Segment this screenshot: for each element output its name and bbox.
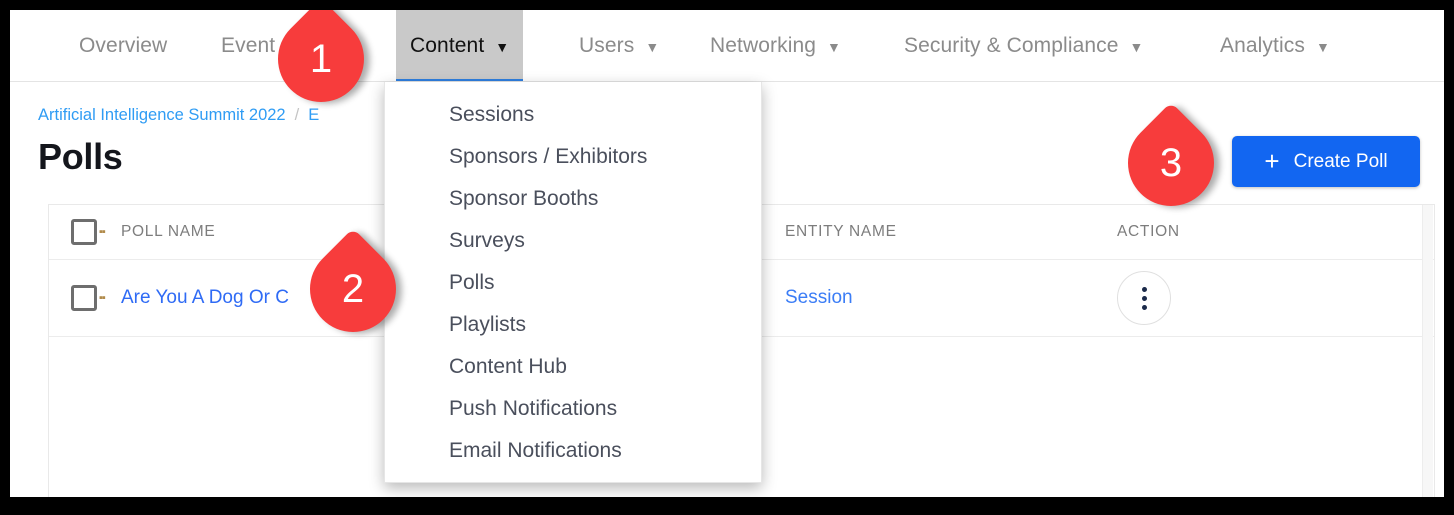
nav-item-label: Users (579, 33, 635, 57)
drag-handle-icon: ▪▪ (99, 292, 106, 304)
kebab-dot (1141, 286, 1147, 292)
cell-action (1117, 271, 1171, 325)
dropdown-item-label: Push Notifications (449, 397, 618, 420)
sort-handle-icon: ▪▪ (99, 226, 106, 238)
nav-item-label: Analytics (1220, 33, 1305, 57)
select-all-cell: ▪▪ (71, 219, 106, 245)
nav-item-event[interactable]: Event ▼ (207, 10, 314, 81)
chevron-down-icon: ▼ (1315, 38, 1330, 55)
dropdown-item-label: Sponsor Booths (449, 187, 599, 210)
nav-item-analytics[interactable]: Analytics ▼ (1206, 10, 1344, 81)
dropdown-item-label: Playlists (449, 313, 527, 336)
dropdown-item-sponsor-booths[interactable]: Sponsor Booths (385, 178, 761, 220)
nav-item-networking[interactable]: Networking ▼ (696, 10, 855, 81)
nav-item-label: Networking (710, 33, 817, 57)
callout-marker-3: 3 (1110, 102, 1232, 224)
column-header-poll-name[interactable]: POLL NAME (121, 223, 215, 241)
nav-item-label: Content (410, 33, 485, 57)
nav-item-label: Security & Compliance (904, 33, 1119, 57)
nav-item-users[interactable]: Users ▼ (565, 10, 673, 81)
table-scrollbar[interactable] (1422, 205, 1433, 497)
breadcrumb: Artificial Intelligence Summit 2022 / E (38, 106, 319, 125)
cell-entity-name: Session (785, 287, 853, 309)
dropdown-item-push-notifications[interactable]: Push Notifications (385, 388, 761, 430)
dropdown-item-content-hub[interactable]: Content Hub (385, 346, 761, 388)
column-header-entity-name[interactable]: ENTITY NAME (785, 223, 897, 241)
nav-item-label: Event (221, 33, 276, 57)
breadcrumb-item-event[interactable]: Artificial Intelligence Summit 2022 (38, 106, 286, 125)
dropdown-item-label: Sessions (449, 103, 535, 126)
dropdown-item-surveys[interactable]: Surveys (385, 220, 761, 262)
chevron-down-icon: ▼ (495, 38, 510, 55)
dropdown-item-label: Email Notifications (449, 439, 622, 462)
column-header-action: ACTION (1117, 223, 1180, 240)
callout-number: 3 (1159, 140, 1183, 185)
dropdown-item-label: Polls (449, 271, 495, 294)
dropdown-item-label: Sponsors / Exhibitors (449, 145, 648, 168)
chevron-down-icon: ▼ (286, 38, 301, 55)
kebab-dot (1141, 304, 1147, 310)
entity-name-link[interactable]: Session (785, 287, 853, 309)
plus-icon: + (1264, 145, 1280, 176)
content-dropdown-menu: Sessions Sponsors / Exhibitors Sponsor B… (384, 82, 762, 483)
select-all-checkbox[interactable] (71, 219, 97, 245)
kebab-dot (1141, 295, 1147, 301)
dropdown-item-label: Content Hub (449, 355, 567, 378)
create-poll-label: Create Poll (1293, 150, 1388, 172)
dropdown-item-sessions[interactable]: Sessions (385, 94, 761, 136)
cell-poll-name: Are You A Dog Or C (121, 287, 289, 309)
chevron-down-icon: ▼ (645, 38, 660, 55)
chevron-down-icon: ▼ (1129, 38, 1144, 55)
nav-item-overview[interactable]: Overview (65, 10, 181, 81)
dropdown-item-sponsors-exhibitors[interactable]: Sponsors / Exhibitors (385, 136, 761, 178)
main-navigation: Overview Event ▼ Content ▼ Users ▼ Netwo… (10, 10, 1444, 82)
poll-name-link[interactable]: Are You A Dog Or C (121, 287, 289, 309)
breadcrumb-separator: / (294, 106, 300, 124)
row-checkbox[interactable] (71, 285, 97, 311)
kebab-menu-icon[interactable] (1117, 271, 1171, 325)
create-poll-button[interactable]: + Create Poll (1232, 136, 1420, 187)
dropdown-item-label: Surveys (449, 229, 525, 252)
dropdown-item-email-notifications[interactable]: Email Notifications (385, 430, 761, 472)
dropdown-item-polls[interactable]: Polls (385, 262, 761, 304)
nav-item-security-compliance[interactable]: Security & Compliance ▼ (890, 10, 1158, 81)
nav-item-label: Overview (79, 33, 168, 57)
nav-item-content[interactable]: Content ▼ (396, 10, 524, 81)
dropdown-item-playlists[interactable]: Playlists (385, 304, 761, 346)
breadcrumb-item-section[interactable]: E (308, 106, 319, 125)
row-select-cell: ▪▪ (71, 285, 106, 311)
page-title: Polls (38, 136, 123, 177)
app-frame: Overview Event ▼ Content ▼ Users ▼ Netwo… (10, 10, 1444, 497)
chevron-down-icon: ▼ (827, 38, 842, 55)
